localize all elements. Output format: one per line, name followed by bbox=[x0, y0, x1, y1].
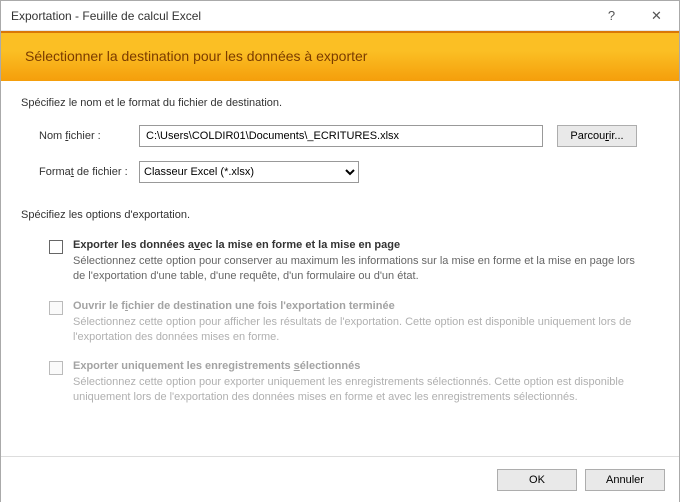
cancel-button[interactable]: Annuler bbox=[585, 469, 665, 491]
format-row: Format de fichier : Classeur Excel (*.xl… bbox=[21, 161, 659, 183]
option-title: Ouvrir le fichier de destination une foi… bbox=[73, 300, 639, 312]
help-button[interactable]: ? bbox=[589, 1, 634, 31]
filename-row: Nom fichier : Parcourir... bbox=[21, 125, 659, 147]
checkbox-export-formatting[interactable] bbox=[49, 240, 63, 254]
option-desc: Sélectionnez cette option pour conserver… bbox=[73, 254, 639, 284]
options-section-label: Spécifiez les options d'exportation. bbox=[21, 209, 659, 221]
format-label: Format de fichier : bbox=[39, 166, 139, 178]
filename-label: Nom fichier : bbox=[39, 130, 139, 142]
filename-input[interactable] bbox=[139, 125, 543, 147]
dialog-footer: OK Annuler bbox=[1, 456, 679, 502]
banner-heading: Sélectionner la destination pour les don… bbox=[25, 48, 367, 64]
wizard-banner: Sélectionner la destination pour les don… bbox=[1, 31, 679, 81]
help-icon: ? bbox=[608, 8, 615, 23]
option-title: Exporter uniquement les enregistrements … bbox=[73, 360, 639, 372]
option-body: Ouvrir le fichier de destination une foi… bbox=[73, 300, 659, 345]
close-button[interactable]: ✕ bbox=[634, 1, 679, 31]
option-title: Exporter les données avec la mise en for… bbox=[73, 239, 639, 251]
option-desc: Sélectionnez cette option pour exporter … bbox=[73, 375, 639, 405]
close-icon: ✕ bbox=[651, 8, 662, 24]
option-selected-records: Exporter uniquement les enregistrements … bbox=[21, 360, 659, 405]
option-desc: Sélectionnez cette option pour afficher … bbox=[73, 315, 639, 345]
option-open-after-export: Ouvrir le fichier de destination une foi… bbox=[21, 300, 659, 345]
titlebar: Exportation - Feuille de calcul Excel ? … bbox=[1, 1, 679, 31]
option-export-formatting: Exporter les données avec la mise en for… bbox=[21, 239, 659, 284]
ok-button[interactable]: OK bbox=[497, 469, 577, 491]
content-area: Spécifiez le nom et le format du fichier… bbox=[1, 81, 679, 405]
checkbox-open-after-export bbox=[49, 301, 63, 315]
option-body: Exporter uniquement les enregistrements … bbox=[73, 360, 659, 405]
destination-section-label: Spécifiez le nom et le format du fichier… bbox=[21, 97, 659, 109]
browse-button[interactable]: Parcourir... bbox=[557, 125, 637, 147]
window-title: Exportation - Feuille de calcul Excel bbox=[11, 9, 589, 23]
checkbox-selected-records bbox=[49, 361, 63, 375]
format-select[interactable]: Classeur Excel (*.xlsx) bbox=[139, 161, 359, 183]
option-body: Exporter les données avec la mise en for… bbox=[73, 239, 659, 284]
